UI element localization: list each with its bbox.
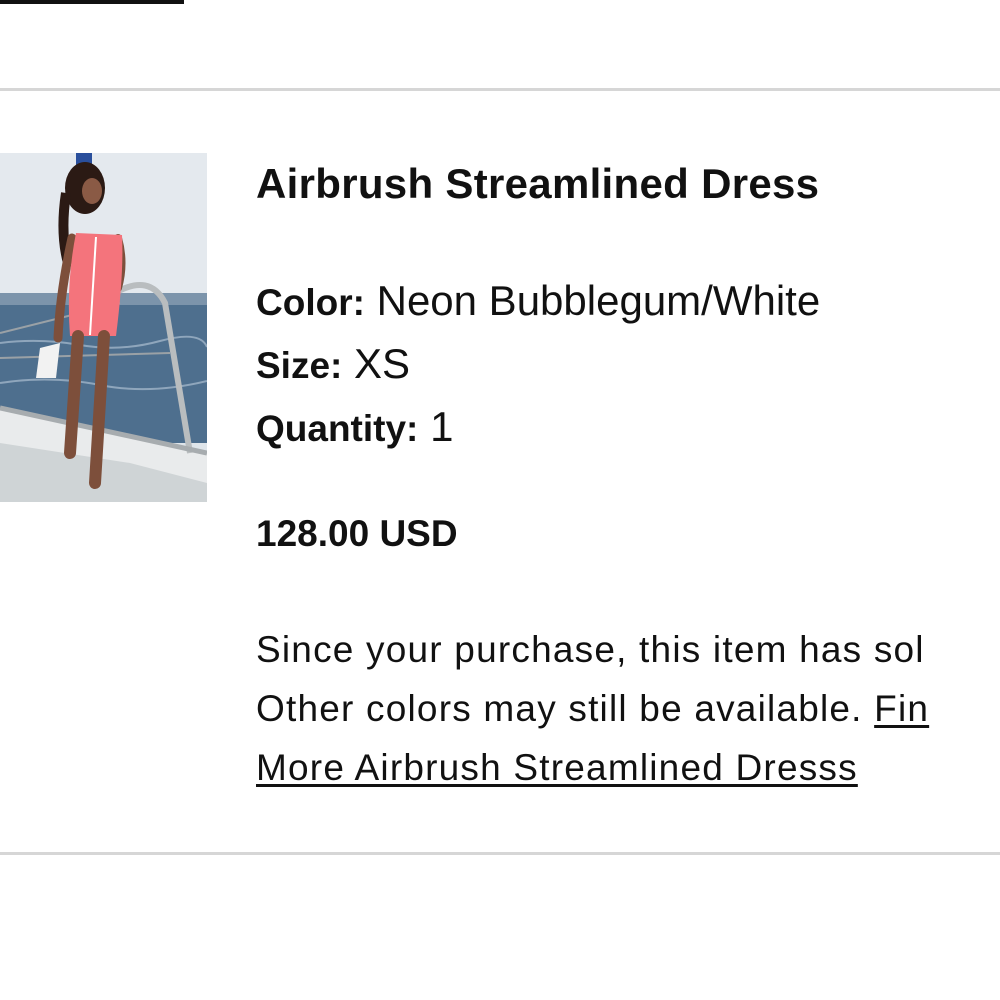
product-thumbnail[interactable] — [0, 153, 207, 502]
size-label: Size: — [256, 345, 343, 386]
quantity-value: 1 — [430, 403, 454, 450]
order-page: Airbrush Streamlined Dress Color: Neon B… — [0, 0, 1000, 1000]
item-price: 128.00 USD — [256, 513, 458, 554]
active-tab-indicator — [0, 0, 184, 4]
product-title[interactable]: Airbrush Streamlined Dress — [256, 160, 819, 208]
color-value: Neon Bubblegum/White — [376, 277, 821, 324]
notice-line-2-text: Other colors may still be available. — [256, 688, 875, 729]
find-more-link[interactable]: Fin — [874, 688, 929, 729]
product-photo — [0, 153, 207, 502]
notice-line-1: Since your purchase, this item has sol — [256, 629, 925, 670]
size-value: XS — [354, 340, 411, 387]
section-divider-bottom — [0, 852, 1000, 855]
quantity-label: Quantity: — [256, 408, 419, 449]
color-attribute: Color: Neon Bubblegum/White — [256, 277, 820, 325]
notice-line-2: Other colors may still be available. Fin — [256, 679, 1000, 738]
size-attribute: Size: XS — [256, 340, 410, 388]
find-more-link-continued[interactable]: More Airbrush Streamlined Dresss — [256, 747, 858, 788]
section-divider-top — [0, 88, 1000, 91]
sold-out-notice: Since your purchase, this item has sol O… — [256, 620, 1000, 797]
quantity-attribute: Quantity: 1 — [256, 403, 453, 451]
color-label: Color: — [256, 282, 365, 323]
notice-line-3: More Airbrush Streamlined Dresss — [256, 738, 1000, 797]
